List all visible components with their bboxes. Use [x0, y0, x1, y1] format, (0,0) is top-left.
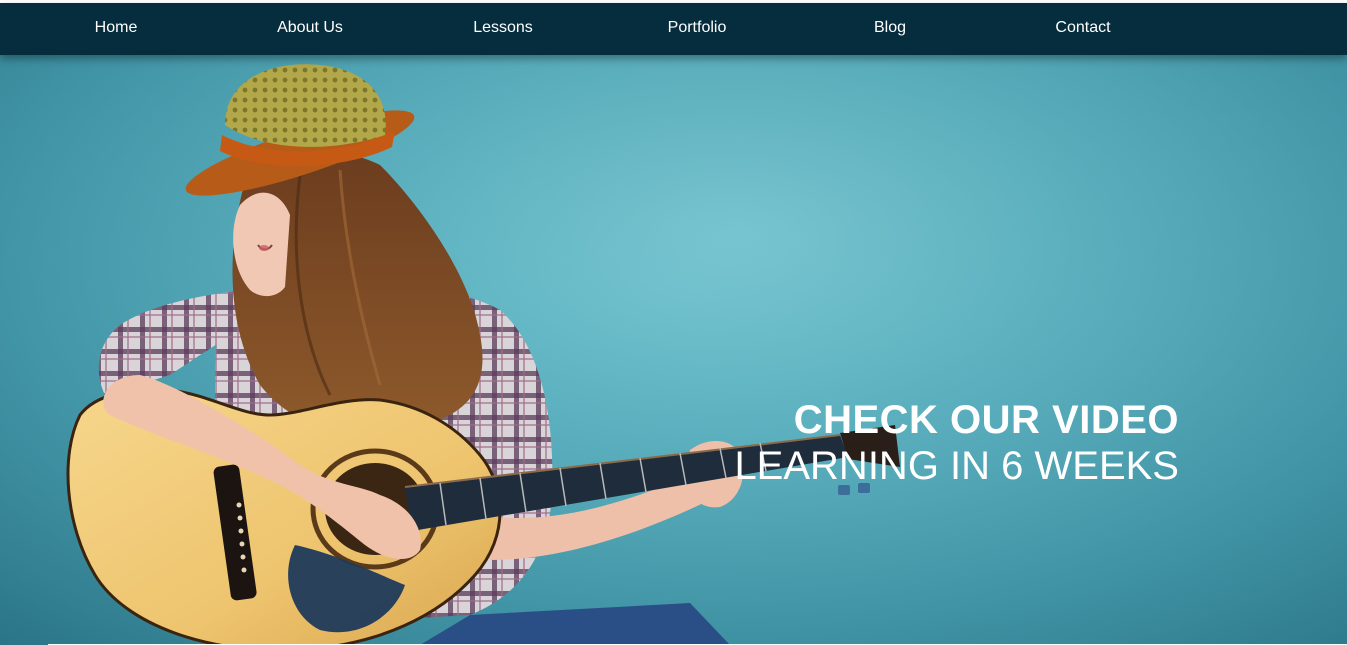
nav-item-home[interactable]: Home	[95, 3, 138, 55]
page: Home About Us Lessons Portfolio Blog Con…	[0, 0, 1347, 645]
main-navigation: Home About Us Lessons Portfolio Blog Con…	[0, 3, 1347, 55]
nav-item-about-us[interactable]: About Us	[277, 3, 343, 55]
hero-banner: CHECK OUR VIDEO LEARNING IN 6 WEEKS	[0, 55, 1347, 645]
hero-title: CHECK OUR VIDEO	[793, 398, 1179, 442]
nav-item-blog[interactable]: Blog	[874, 3, 906, 55]
nav-item-lessons[interactable]: Lessons	[473, 3, 533, 55]
hero-subtitle: LEARNING IN 6 WEEKS	[734, 444, 1179, 488]
hero-text-block: CHECK OUR VIDEO LEARNING IN 6 WEEKS	[734, 397, 1179, 489]
guitarist-photo	[0, 55, 1347, 645]
nav-item-portfolio[interactable]: Portfolio	[668, 3, 727, 55]
nav-item-contact[interactable]: Contact	[1055, 3, 1110, 55]
